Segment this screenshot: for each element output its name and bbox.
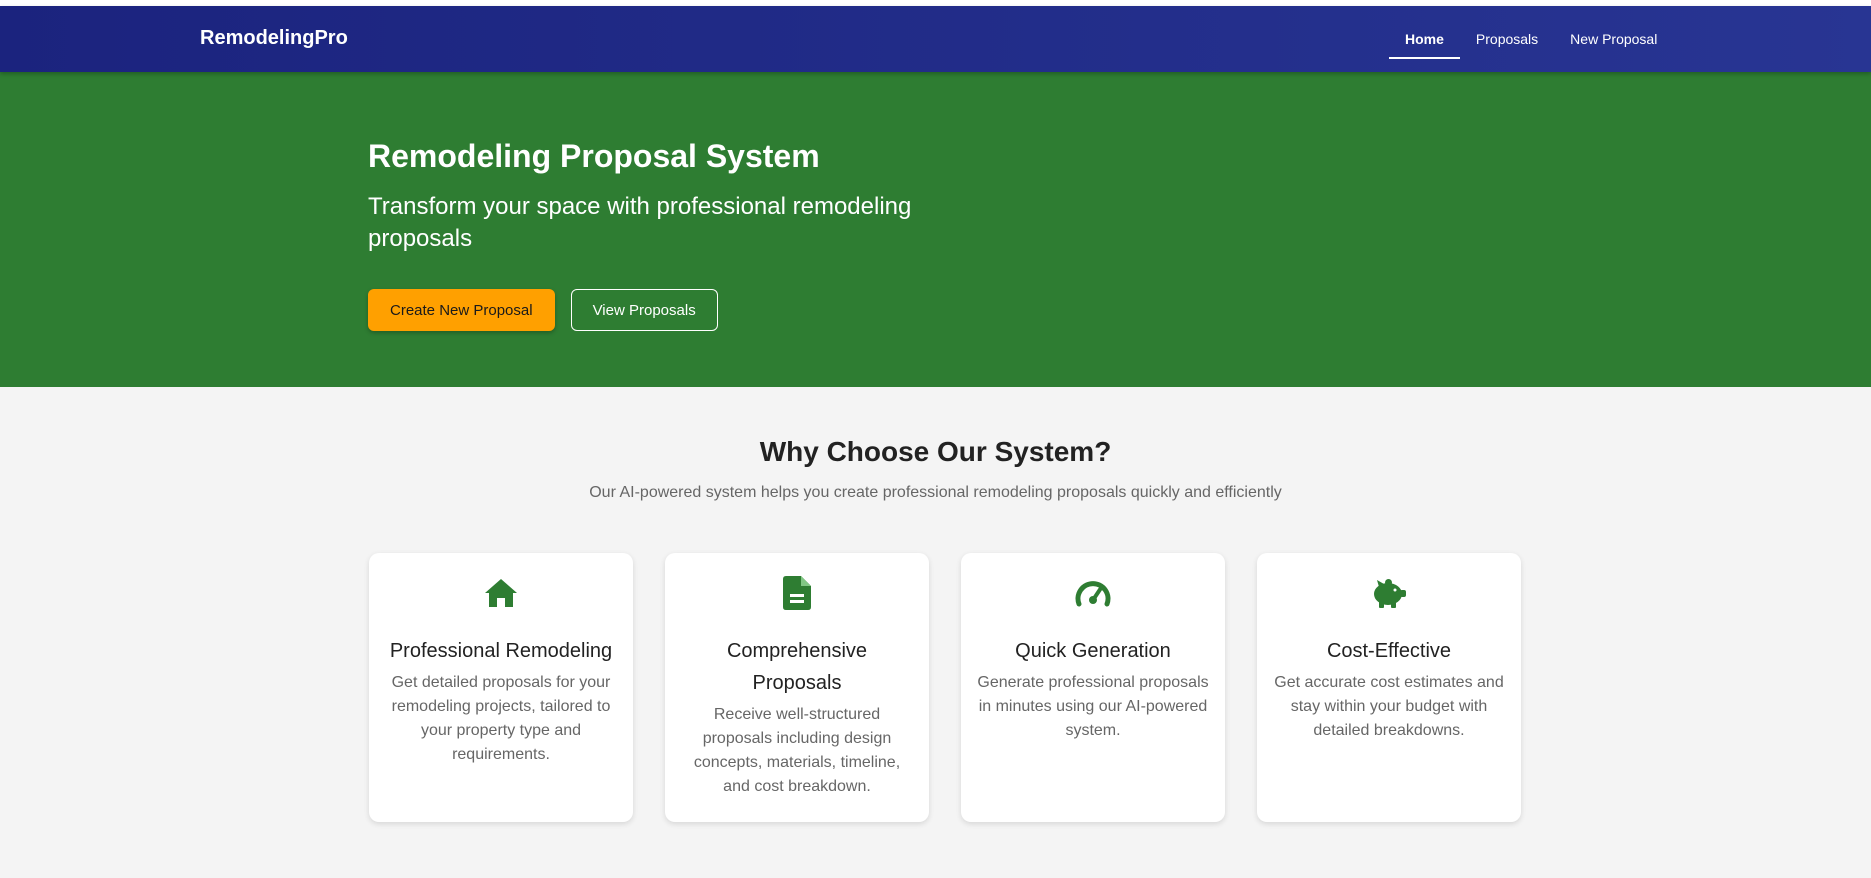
speedometer-icon [977, 573, 1209, 613]
feature-card-text: Generate professional proposals in minut… [977, 674, 1209, 739]
nav-proposals-link[interactable]: Proposals [1460, 6, 1554, 72]
feature-cards: Professional Remodeling Get detailed pro… [369, 553, 1521, 822]
feature-card-title: Cost-Effective [1326, 640, 1452, 662]
features-title: Why Choose Our System? [759, 436, 1112, 467]
feature-card-comprehensive-proposals: Comprehensive Proposals Receive well-str… [665, 553, 929, 822]
feature-card-text: Get accurate cost estimates and stay wit… [1274, 674, 1504, 739]
feature-card-text: Get detailed proposals for your remodeli… [391, 674, 611, 763]
nav-home-link[interactable]: Home [1389, 6, 1460, 72]
feature-card-title: Comprehensive Proposals [726, 640, 868, 694]
view-proposals-button[interactable]: View Proposals [570, 289, 718, 331]
hero-content: Remodeling Proposal System Transform you… [368, 138, 968, 331]
document-icon [681, 573, 913, 613]
home-icon [385, 573, 617, 613]
feature-card-text: Receive well-structured proposals includ… [693, 706, 901, 795]
hero-buttons: Create New Proposal View Proposals [368, 289, 968, 331]
piggy-bank-icon [1273, 573, 1505, 613]
features-subtitle: Our AI-powered system helps you create p… [589, 484, 1282, 501]
navbar: RemodelingPro Home Proposals New Proposa… [0, 6, 1871, 72]
feature-card-title: Professional Remodeling [389, 640, 613, 662]
nav-links: Home Proposals New Proposal [1389, 6, 1673, 72]
features-section: Why Choose Our System? Our AI-powered sy… [0, 387, 1871, 502]
hero-title: Remodeling Proposal System [368, 138, 820, 174]
brand-logo[interactable]: RemodelingPro [200, 27, 348, 50]
feature-card-professional-remodeling: Professional Remodeling Get detailed pro… [369, 553, 633, 822]
feature-card-quick-generation: Quick Generation Generate professional p… [961, 553, 1225, 822]
create-new-proposal-button[interactable]: Create New Proposal [368, 289, 555, 331]
hero-section: Remodeling Proposal System Transform you… [0, 72, 1871, 387]
hero-subtitle: Transform your space with professional r… [368, 193, 912, 252]
nav-new-proposal-link[interactable]: New Proposal [1554, 6, 1673, 72]
feature-card-cost-effective: Cost-Effective Get accurate cost estimat… [1257, 553, 1521, 822]
feature-card-title: Quick Generation [1015, 640, 1171, 662]
